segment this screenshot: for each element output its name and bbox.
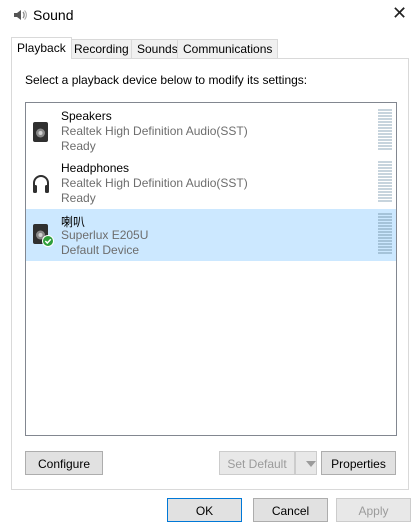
device-item-headphones[interactable]: Headphones Realtek High Definition Audio… [26,157,396,209]
speaker-default-icon [33,224,54,247]
instruction-text: Select a playback device below to modify… [25,73,308,87]
volume-meter [378,109,392,153]
playback-panel: Select a playback device below to modify… [11,58,409,490]
properties-button[interactable]: Properties [321,451,396,475]
device-status: Default Device [61,243,140,257]
device-status: Ready [61,191,96,205]
tab-playback[interactable]: Playback [11,37,72,59]
tab-recording[interactable]: Recording [68,39,135,59]
device-description: Realtek High Definition Audio(SST) [61,124,248,138]
device-name: Speakers [61,109,112,123]
speaker-icon [33,122,48,142]
device-item-speakers[interactable]: Speakers Realtek High Definition Audio(S… [26,105,396,157]
volume-meter [378,213,392,257]
tab-sounds[interactable]: Sounds [131,39,184,59]
set-default-button[interactable]: Set Default [219,451,295,475]
window-title: Sound [33,7,74,23]
close-icon[interactable]: ✕ [392,4,407,22]
cancel-button[interactable]: Cancel [253,498,328,522]
volume-meter [378,161,392,205]
device-name: Headphones [61,161,130,175]
sound-app-icon [14,10,27,20]
configure-button[interactable]: Configure [25,451,103,475]
ok-button[interactable]: OK [167,498,242,522]
set-default-dropdown-arrow[interactable] [295,451,317,475]
tab-communications[interactable]: Communications [177,39,279,59]
title-bar: Sound ✕ [0,0,419,30]
device-item-default-speaker[interactable]: 喇叭 Superlux E205U Default Device [26,209,396,261]
device-description: Superlux E205U [61,228,149,242]
device-status: Ready [61,139,96,153]
headphones-icon [33,175,49,193]
apply-button[interactable]: Apply [336,498,411,522]
device-description: Realtek High Definition Audio(SST) [61,176,248,190]
device-list[interactable]: Speakers Realtek High Definition Audio(S… [25,102,397,436]
